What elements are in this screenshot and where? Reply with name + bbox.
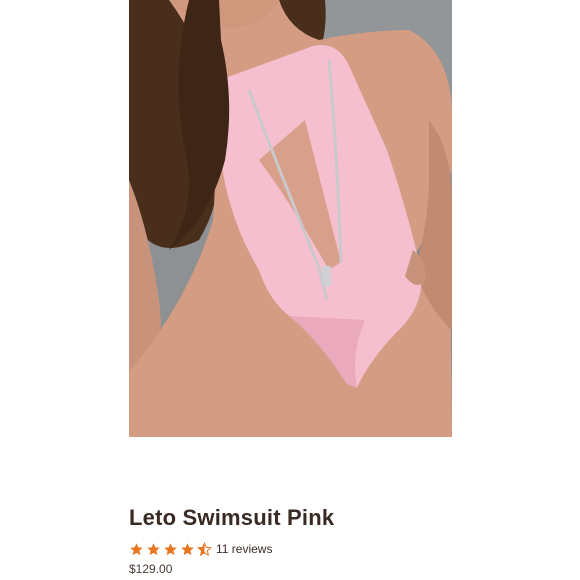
product-image[interactable] (129, 0, 452, 437)
reviews-count-link[interactable]: 11 reviews (216, 542, 272, 556)
star-half-icon (197, 541, 212, 556)
star-full-icon (181, 542, 194, 555)
star-rating (129, 541, 214, 557)
star-full-icon (164, 542, 177, 555)
rating-row[interactable]: 11 reviews (129, 540, 272, 558)
product-title: Leto Swimsuit Pink (129, 505, 335, 530)
product-photo-illustration (129, 0, 452, 437)
product-price: $129.00 (129, 562, 173, 576)
star-full-icon (130, 542, 143, 555)
star-full-icon (147, 542, 160, 555)
